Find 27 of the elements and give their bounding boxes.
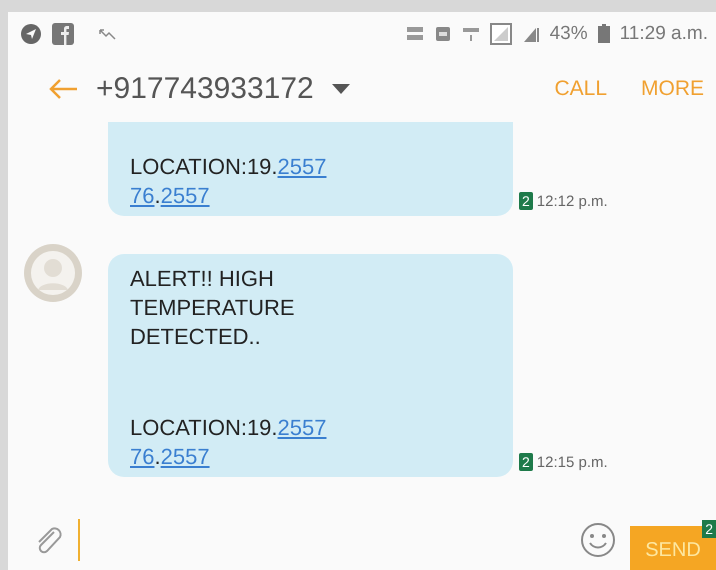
back-arrow-icon[interactable] <box>48 78 78 100</box>
emoji-icon[interactable] <box>580 522 616 558</box>
contact-number: +917743933172 <box>96 72 314 106</box>
link[interactable]: 2557 <box>160 444 210 469</box>
link[interactable]: 76 <box>130 183 154 208</box>
message-text: ALERT!! HIGH TEMPERATURE DETECTED.. <box>130 265 296 351</box>
app-icon <box>52 22 74 44</box>
signal-box-icon <box>490 22 512 44</box>
sim-card-icon <box>434 24 452 42</box>
more-button[interactable]: MORE <box>639 72 706 104</box>
link[interactable]: 2557 <box>278 415 326 440</box>
link[interactable]: 76 <box>130 444 154 469</box>
dropdown-caret-icon[interactable] <box>332 84 350 94</box>
message-text: LOCATION:19.2557 76.2557 <box>130 414 328 471</box>
message-time: 12:15 p.m. <box>536 454 608 470</box>
clock: 11:29 a.m. <box>620 22 708 44</box>
battery-percent: 43% <box>550 22 588 44</box>
link[interactable]: 2557 <box>160 183 210 208</box>
message-text: LOCATION:19.2557 76.2557 <box>130 153 328 210</box>
sim-badge: 2 <box>702 520 716 538</box>
message-time: 12:12 p.m. <box>536 192 608 210</box>
sim-badge: 2 <box>519 192 533 210</box>
call-button[interactable]: CALL <box>552 72 609 104</box>
battery-icon <box>598 24 610 43</box>
link[interactable]: 2557 <box>278 154 326 179</box>
sim-badge: 2 <box>519 453 533 471</box>
avatar-icon <box>24 244 82 302</box>
